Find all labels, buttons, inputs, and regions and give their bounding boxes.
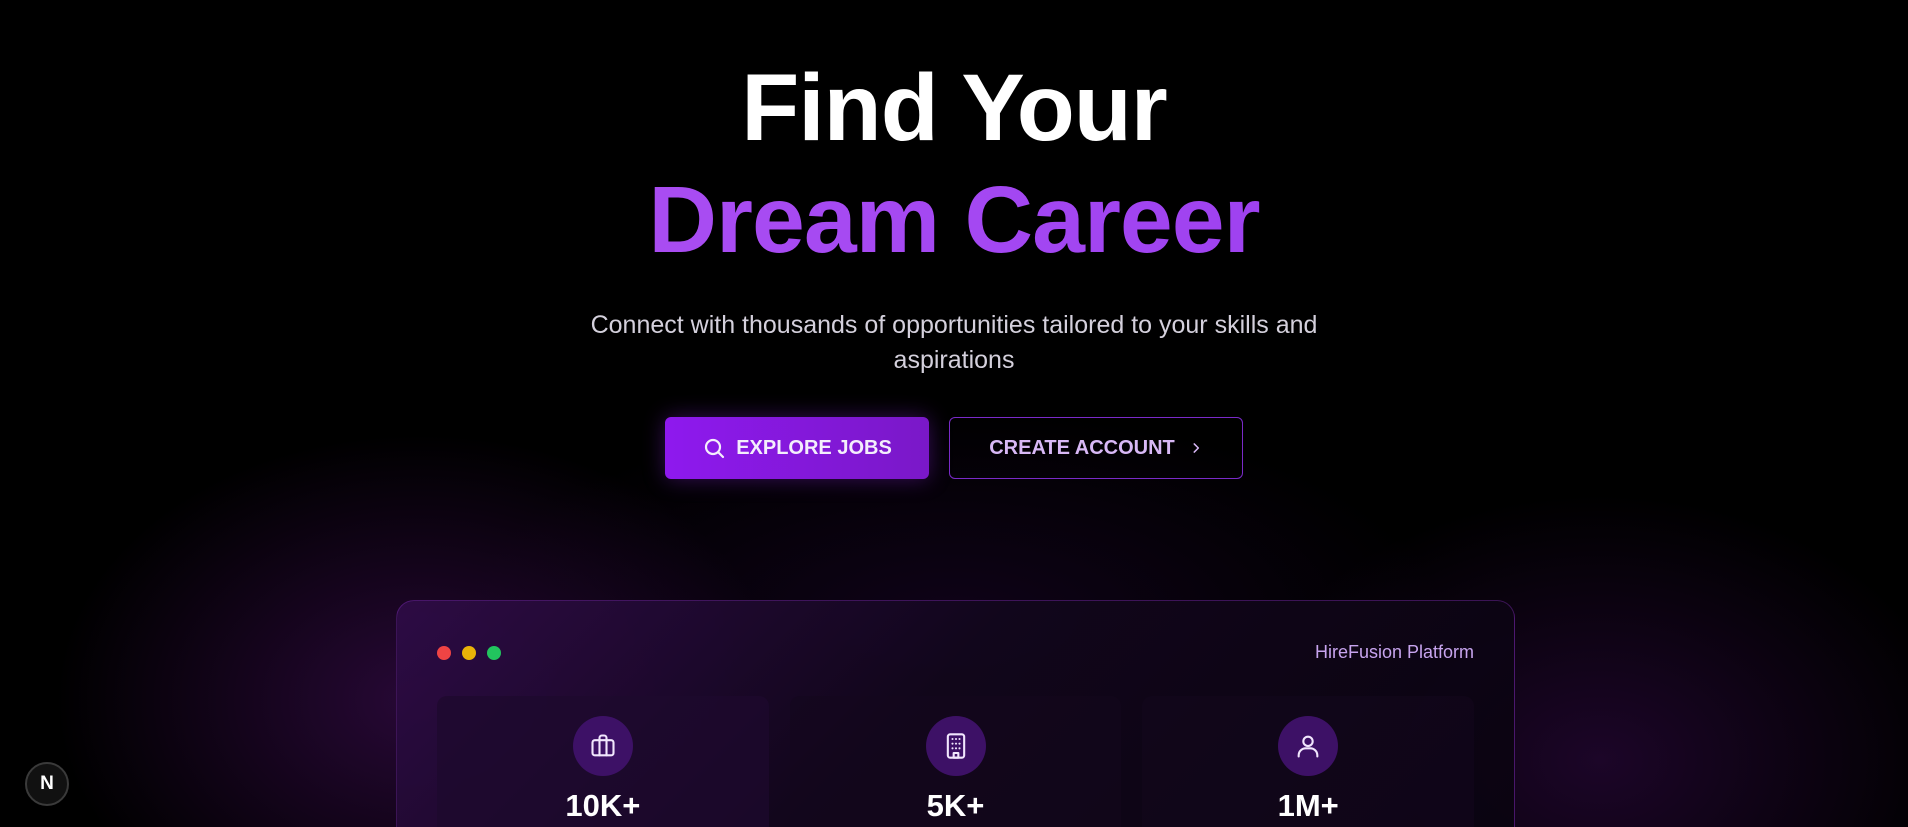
stat-value-users: 1M+	[1277, 788, 1339, 823]
cta-row: EXPLORE JOBS CREATE ACCOUNT	[665, 417, 1243, 479]
chevron-right-icon	[1189, 441, 1203, 455]
landing-page: Find Your Dream Career Connect with thou…	[0, 0, 1908, 827]
window-dot-yellow[interactable]	[462, 646, 476, 660]
panel-label: HireFusion Platform	[1314, 642, 1474, 662]
stat-card-companies: 5K+	[789, 696, 1122, 827]
hero-title-line2: Dream Career	[0, 164, 1908, 276]
user-icon	[1278, 716, 1339, 776]
window-dot-green[interactable]	[487, 646, 501, 660]
search-icon	[702, 436, 726, 460]
explore-jobs-label: EXPLORE JOBS	[736, 436, 892, 459]
create-account-label: CREATE ACCOUNT	[989, 436, 1175, 459]
window-dot-red[interactable]	[437, 646, 451, 660]
window-controls	[437, 646, 501, 660]
stat-value-companies: 5K+	[926, 788, 985, 823]
stats-row: 10K+ 5K+ 1M+	[437, 696, 1475, 827]
hero-heading: Find Your Dream Career	[0, 52, 1908, 276]
explore-jobs-button[interactable]: EXPLORE JOBS	[665, 417, 929, 479]
stat-value-jobs: 10K+	[565, 788, 641, 823]
hero-subtitle: Connect with thousands of opportunities …	[590, 311, 1318, 374]
building-icon	[925, 716, 986, 776]
briefcase-icon	[573, 716, 633, 776]
hero-title-line1: Find Your	[741, 55, 1168, 161]
create-account-button[interactable]: CREATE ACCOUNT	[949, 417, 1243, 479]
nextjs-dev-badge[interactable]: N	[25, 762, 69, 806]
stat-card-users: 1M+	[1142, 696, 1475, 827]
stat-card-jobs: 10K+	[437, 696, 769, 827]
nextjs-logo-icon: N	[40, 773, 54, 794]
platform-preview-panel: HireFusion Platform 10K+ 5K+ 1M+	[396, 600, 1515, 827]
